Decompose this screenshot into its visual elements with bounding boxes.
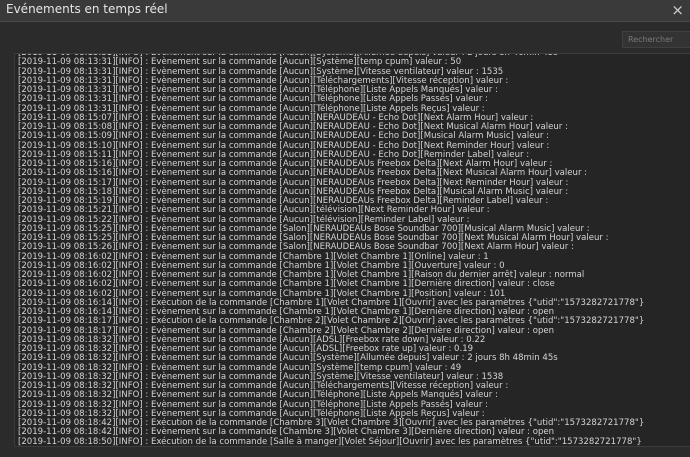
realtime-events-window: Evénements en temps réel × [2019-11-09 0… (0, 0, 690, 457)
search-input[interactable] (622, 31, 690, 48)
window-title: Evénements en temps réel (6, 2, 168, 16)
log-lines: [2019-11-09 08:13:31][INFO] : Evènement … (18, 54, 644, 446)
event-log[interactable]: [2019-11-09 08:13:31][INFO] : Evènement … (14, 53, 690, 447)
close-icon[interactable]: × (671, 1, 684, 19)
title-bar: Evénements en temps réel × (0, 0, 690, 22)
